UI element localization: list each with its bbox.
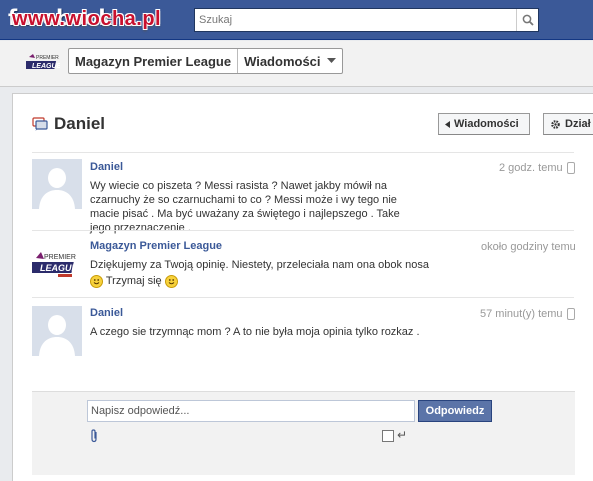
svg-text:LEAGUE: LEAGUE xyxy=(32,63,60,70)
message-timestamp[interactable]: 57 minut(y) temu xyxy=(480,308,563,320)
smiley-icon xyxy=(90,274,103,288)
reply-input[interactable] xyxy=(87,400,415,422)
mobile-icon xyxy=(567,308,575,320)
message-timestamp[interactable]: około godziny temu xyxy=(481,241,576,253)
message-text: Dziękujemy za Twoją opinię. Niestety, pr… xyxy=(90,258,430,288)
back-to-messages-button[interactable]: Wiadomości xyxy=(438,113,530,135)
breadcrumb-page-link[interactable]: Magazyn Premier League xyxy=(69,54,237,69)
actions-button-label: Dział xyxy=(565,118,591,130)
messages-icon xyxy=(32,117,48,131)
press-enter-checkbox[interactable] xyxy=(382,430,394,442)
enter-key-icon: ↵ xyxy=(397,428,408,442)
svg-text:PREMIER: PREMIER xyxy=(36,55,59,61)
page-breadcrumb: Magazyn Premier League Wiadomości xyxy=(68,48,343,74)
message-text: A czego sie trzymnąc mom ? A to nie była… xyxy=(90,326,420,338)
message-text-sign-off: Trzymaj się xyxy=(105,275,162,287)
default-avatar-icon xyxy=(32,159,82,209)
avatar[interactable] xyxy=(32,159,82,209)
message-text-line: Trzymaj się xyxy=(90,274,430,288)
search-icon xyxy=(522,14,534,26)
svg-text:LEAGUE: LEAGUE xyxy=(40,263,79,273)
avatar[interactable] xyxy=(32,306,82,356)
watermark: www.wiocha.pl xyxy=(12,8,162,30)
message-text-line: Dziękujemy za Twoją opinię. Niestety, pr… xyxy=(90,259,429,271)
premier-league-logo-small[interactable]: PREMIER LEAGUE xyxy=(26,52,60,72)
reply-button[interactable]: Odpowiedz xyxy=(418,400,492,422)
message-timestamp[interactable]: 2 godz. temu xyxy=(499,162,563,174)
message-author[interactable]: Daniel xyxy=(90,161,123,173)
svg-text:PREMIER: PREMIER xyxy=(44,254,76,261)
message-text: Wy wiecie co piszeta ? Messi rasista ? N… xyxy=(90,180,400,234)
actions-button[interactable]: Dział xyxy=(543,113,593,135)
search-box xyxy=(194,8,539,32)
breadcrumb-section-dropdown[interactable]: Wiadomości xyxy=(238,54,341,69)
paperclip-icon[interactable] xyxy=(89,429,99,443)
message-author[interactable]: Daniel xyxy=(90,307,123,319)
chevron-left-icon xyxy=(445,120,450,128)
top-bar: facebook www.wiocha.pl xyxy=(0,0,593,40)
message-author[interactable]: Magazyn Premier League xyxy=(90,240,222,252)
smiley-icon xyxy=(164,274,178,288)
search-button[interactable] xyxy=(516,9,538,31)
thread-title: Daniel xyxy=(54,114,106,133)
default-avatar-icon xyxy=(32,306,82,356)
thread-divider xyxy=(32,152,574,153)
back-button-label: Wiadomości xyxy=(454,118,519,130)
message-divider xyxy=(32,230,574,231)
mobile-icon xyxy=(567,162,575,174)
gear-icon xyxy=(551,119,560,129)
dropdown-arrow-icon xyxy=(326,58,336,63)
breadcrumb-section-label: Wiadomości xyxy=(244,53,321,69)
search-input[interactable] xyxy=(195,9,516,31)
message-divider xyxy=(32,297,574,298)
premier-league-avatar[interactable]: PREMIER LEAGUE xyxy=(32,242,82,292)
